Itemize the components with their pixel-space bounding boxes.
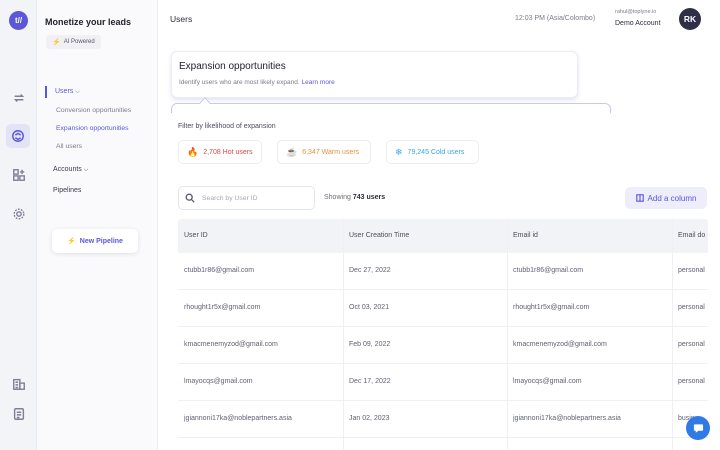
cell-user-id: rhought1r5x@gmail.com — [184, 304, 261, 311]
cell-email-id: kmacmenemyzod@gmail.com — [513, 341, 607, 348]
cell-email-id: rhought1r5x@gmail.com — [513, 304, 590, 311]
cell-email-domain: personal — [678, 267, 705, 274]
cell-creation-time: Jan 02, 2023 — [349, 415, 390, 422]
sidebar-item-conversion[interactable]: Conversion opportunities — [56, 107, 131, 114]
filter-label: Filter by likelihood of expansion — [178, 123, 276, 130]
table-row[interactable]: rhought1r5x@gmail.com Oct 03, 2021 rhoug… — [178, 290, 708, 327]
hot-users-label: 2,708 Hot users — [203, 148, 253, 156]
page-title: Users — [170, 14, 193, 24]
card-title: Expansion opportunities — [179, 61, 286, 72]
apps-icon[interactable] — [9, 165, 28, 184]
building-icon[interactable] — [9, 374, 28, 393]
cell-email-domain: personal — [678, 341, 705, 348]
search-box — [178, 186, 315, 210]
learn-more-link[interactable]: Learn more — [301, 79, 334, 86]
ai-powered-label: AI Powered — [63, 39, 95, 45]
fire-icon: 🔥 — [187, 146, 199, 157]
account-name[interactable]: Demo Account — [615, 20, 661, 27]
new-pipeline-label: New Pipeline — [79, 237, 123, 245]
logo-icon[interactable]: t// — [9, 11, 28, 30]
cell-email-id: ctubb1r86@gmail.com — [513, 267, 584, 274]
hot-users-filter[interactable]: 🔥 2,708 Hot users — [178, 140, 262, 164]
new-pipeline-button[interactable]: ⚡ New Pipeline — [52, 229, 138, 253]
icon-rail: t// — [0, 0, 37, 450]
cell-email-id: jgiannoni17ka@noblepartners.asia — [513, 415, 621, 422]
cell-email-domain: personal — [678, 378, 705, 385]
card-description: Identify users who are most likely expan… — [179, 79, 335, 86]
add-column-button[interactable]: Add a column — [625, 187, 707, 209]
showing-number: 743 — [352, 194, 365, 201]
expansion-icon[interactable] — [6, 124, 30, 148]
sidebar-item-accounts[interactable]: Accounts ⌵ — [53, 166, 88, 174]
ai-powered-badge: ⚡ AI Powered — [46, 35, 101, 49]
cell-creation-time: Oct 03, 2021 — [349, 304, 390, 311]
table-row[interactable]: kmacmenemyzod@gmail.com Feb 09, 2022 kma… — [178, 327, 708, 364]
sidebar-title: Monetize your leads — [45, 17, 132, 27]
table-header: User ID User Creation Time Email id Emai… — [178, 219, 708, 253]
chevron-down-icon: ⌵ — [75, 89, 80, 95]
cell-creation-time: Feb 09, 2022 — [349, 341, 391, 348]
current-time: 12:03 PM (Asia/Colombo) — [515, 15, 596, 22]
cell-user-id: kmacmenemyzod@gmail.com — [184, 341, 278, 348]
cell-user-id: lmayocqs@gmail.com — [184, 378, 253, 385]
cell-user-id: jgiannoni17ka@noblepartners.asia — [184, 415, 292, 422]
bolt-icon: ⚡ — [67, 238, 76, 245]
card-bracket — [171, 103, 611, 113]
showing-suffix: users — [366, 194, 386, 201]
showing-count: Showing 743 users — [324, 194, 385, 201]
warm-users-label: 6,347 Warm users — [302, 148, 360, 156]
column-header-user-id[interactable]: User ID — [184, 232, 208, 239]
sync-icon[interactable] — [9, 88, 28, 107]
account-email: rahul@toplyne.io — [615, 9, 657, 15]
table-row[interactable]: ctubb1r86@gmail.com Dec 27, 2022 ctubb1r… — [178, 253, 708, 290]
search-icon — [185, 193, 195, 203]
expansion-card: Expansion opportunities Identify users w… — [171, 51, 578, 98]
coffee-icon: ☕ — [286, 146, 298, 157]
showing-prefix: Showing — [324, 194, 351, 201]
table-row[interactable]: jgiannoni17ka@noblepartners.asia Jan 02,… — [178, 401, 708, 438]
gear-icon[interactable] — [9, 204, 28, 223]
document-icon[interactable] — [9, 404, 28, 423]
cell-user-id: ctubb1r86@gmail.com — [184, 267, 255, 274]
column-header-email-id[interactable]: Email id — [513, 232, 538, 239]
sidebar-item-pipelines[interactable]: Pipelines — [53, 187, 81, 194]
card-description-text: Identify users who are most likely expan… — [179, 79, 300, 86]
warm-users-filter[interactable]: ☕ 6,347 Warm users — [277, 140, 371, 164]
sidebar-item-expansion[interactable]: Expansion opportunities — [56, 125, 129, 132]
columns-icon — [635, 194, 644, 202]
cell-email-id: lmayocqs@gmail.com — [513, 378, 582, 385]
sidebar: Monetize your leads ⚡ AI Powered Users ⌵ … — [37, 0, 158, 450]
cold-users-filter[interactable]: ❄ 79,245 Cold users — [386, 140, 479, 164]
cell-email-domain: personal — [678, 304, 705, 311]
sidebar-item-all-users[interactable]: All users — [56, 143, 82, 150]
column-header-creation-time[interactable]: User Creation Time — [349, 232, 409, 239]
chat-icon — [693, 423, 703, 433]
sidebar-item-users-label: Users — [55, 88, 74, 95]
chat-launcher-button[interactable] — [686, 416, 710, 440]
cell-creation-time: Dec 27, 2022 — [349, 267, 391, 274]
search-input[interactable] — [202, 194, 302, 202]
sidebar-item-users[interactable]: Users ⌵ — [45, 86, 80, 98]
bolt-icon: ⚡ — [52, 39, 61, 46]
avatar[interactable]: RK — [679, 8, 701, 30]
cell-creation-time: Dec 17, 2022 — [349, 378, 391, 385]
table-row[interactable]: lmayocqs@gmail.com Dec 17, 2022 lmayocqs… — [178, 364, 708, 401]
snowflake-icon: ❄ — [395, 146, 403, 157]
chevron-down-icon: ⌵ — [83, 167, 89, 173]
add-column-label: Add a column — [647, 193, 697, 203]
users-table: User ID User Creation Time Email id Emai… — [178, 219, 708, 450]
column-header-email-domain[interactable]: Email do — [678, 232, 705, 239]
sidebar-item-accounts-label: Accounts — [53, 166, 82, 173]
cold-users-label: 79,245 Cold users — [407, 148, 465, 156]
